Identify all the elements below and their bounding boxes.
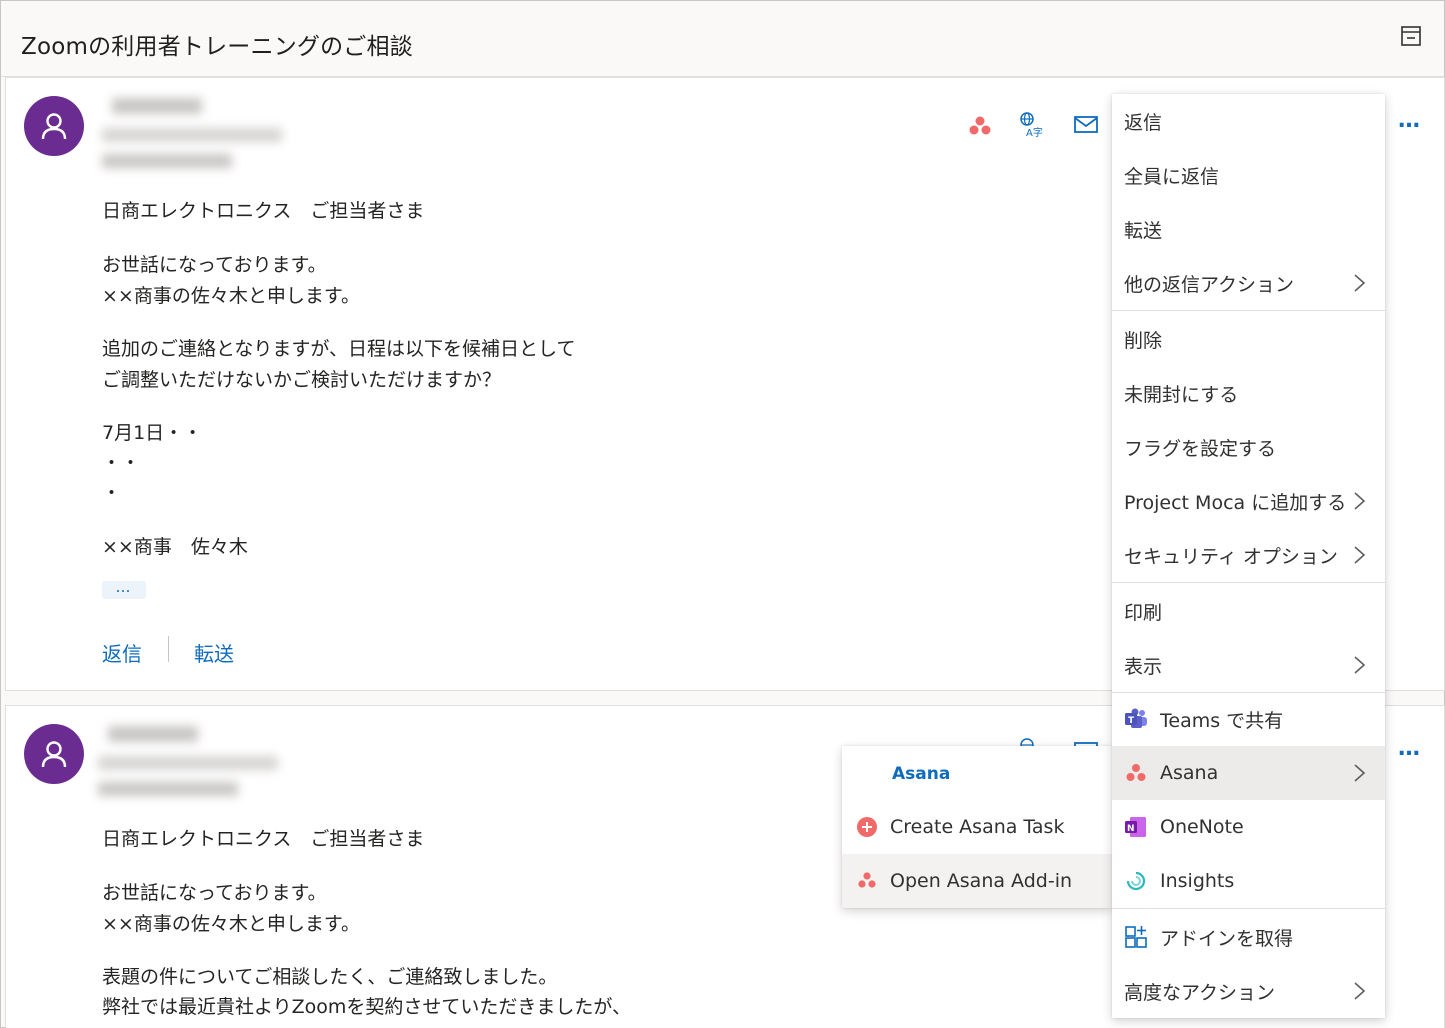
more-actions-button[interactable]: … [1398, 736, 1422, 761]
body-line: 弊社では最近貴社よりZoomを契約させていただきましたが、 [102, 996, 632, 1018]
body-line: 日商エレクトロニクス ご担当者さま [102, 828, 425, 850]
menu-item-label: OneNote [1160, 816, 1244, 838]
menu-item-asana[interactable]: Asana [1112, 746, 1385, 800]
insights-icon [1126, 871, 1146, 891]
open-asana-addin-label: Open Asana Add-in [890, 870, 1073, 892]
menu-item-flag[interactable]: フラグを設定する [1112, 420, 1385, 474]
avatar[interactable] [24, 724, 84, 784]
asana-add-icon [857, 817, 877, 837]
popout-icon[interactable] [1400, 25, 1422, 47]
menu-divider [1112, 310, 1385, 311]
menu-item-reply[interactable]: 返信 [1112, 94, 1385, 148]
onenote-icon: N [1125, 817, 1146, 837]
body-line: お世話になっております。 [102, 254, 327, 276]
divider [168, 636, 169, 662]
menu-divider [1112, 582, 1385, 583]
message-actions-menu: 返信 全員に返信 転送 他の返信アクション 削除 未開封にする フラグを設定する… [1112, 94, 1385, 1018]
mail-icon[interactable] [1072, 110, 1100, 138]
sender-info-redacted [98, 718, 368, 810]
chevron-right-icon [1354, 982, 1366, 1000]
menu-item-forward[interactable]: 転送 [1112, 202, 1385, 256]
body-line: 7月1日・・ [102, 422, 203, 444]
submenu-header: Asana [892, 764, 951, 784]
body-line: 表題の件についてご相談したく、ご連絡致しました。 [102, 966, 558, 988]
menu-item-label: 返信 [1124, 111, 1163, 134]
forward-link[interactable]: 転送 [194, 638, 234, 667]
conversation-header: Zoomの利用者トレーニングのご相談 [1, 1, 1444, 77]
body-line: 追加のご連絡となりますが、日程は以下を候補日として [102, 338, 576, 360]
body-line: ××商事 佐々木 [102, 536, 248, 558]
person-icon [41, 113, 67, 140]
body-line: ・ [102, 482, 122, 504]
avatar[interactable] [24, 96, 84, 156]
menu-item-label: アドインを取得 [1160, 927, 1294, 950]
menu-item-advanced-actions[interactable]: 高度なアクション [1112, 964, 1385, 1018]
reply-link[interactable]: 返信 [102, 638, 142, 667]
show-quoted-text-button[interactable]: … [102, 580, 146, 599]
menu-item-project-moca[interactable]: Project Moca に追加する [1112, 474, 1385, 528]
more-actions-button[interactable]: … [1398, 108, 1422, 133]
menu-item-label: Project Moca に追加する [1124, 491, 1347, 514]
menu-item-label: 転送 [1124, 219, 1163, 242]
menu-item-other-reply-actions[interactable]: 他の返信アクション [1112, 256, 1385, 310]
menu-item-share-teams[interactable]: T Teams で共有 [1112, 692, 1385, 746]
asana-submenu: Asana Create Asana Task Open Asana Add-i… [842, 746, 1112, 908]
menu-divider [1112, 908, 1385, 909]
menu-item-mark-unread[interactable]: 未開封にする [1112, 366, 1385, 420]
menu-item-label: 高度なアクション [1124, 981, 1276, 1004]
menu-item-label: 未開封にする [1124, 383, 1239, 406]
menu-item-label: Asana [1160, 762, 1219, 784]
menu-item-security-options[interactable]: セキュリティ オプション [1112, 528, 1385, 582]
body-line: 日商エレクトロニクス ご担当者さま [102, 200, 425, 222]
menu-item-label: Teams で共有 [1160, 709, 1284, 732]
menu-item-label: 印刷 [1124, 601, 1163, 624]
menu-item-label: セキュリティ オプション [1124, 545, 1338, 568]
menu-item-print[interactable]: 印刷 [1112, 584, 1385, 638]
menu-item-insights[interactable]: Insights [1112, 854, 1385, 908]
menu-item-label: Insights [1160, 870, 1235, 892]
chevron-right-icon [1354, 764, 1366, 782]
asana-icon[interactable] [966, 112, 994, 140]
sender-info-redacted [102, 90, 372, 182]
asana-icon [858, 872, 876, 888]
svg-text:T: T [1128, 716, 1135, 726]
translate-icon[interactable]: A字 [1018, 110, 1046, 138]
person-icon [41, 741, 67, 768]
menu-item-label: 他の返信アクション [1124, 273, 1295, 296]
menu-item-label: フラグを設定する [1124, 437, 1277, 460]
chevron-right-icon [1354, 492, 1366, 510]
menu-item-label: 全員に返信 [1124, 165, 1220, 188]
chevron-right-icon [1354, 546, 1366, 564]
teams-icon: T [1125, 708, 1147, 728]
menu-item-reply-all[interactable]: 全員に返信 [1112, 148, 1385, 202]
asana-icon [1126, 764, 1146, 781]
menu-item-view[interactable]: 表示 [1112, 638, 1385, 692]
chevron-right-icon [1354, 274, 1366, 292]
conversation-title: Zoomの利用者トレーニングのご相談 [21, 34, 413, 60]
menu-item-label: 表示 [1124, 655, 1163, 678]
open-asana-addin-item[interactable]: Open Asana Add-in [842, 854, 1112, 908]
menu-item-onenote[interactable]: N OneNote [1112, 800, 1385, 854]
body-line: お世話になっております。 [102, 882, 327, 904]
menu-item-label: 削除 [1124, 329, 1163, 352]
create-asana-task-item[interactable]: Create Asana Task [842, 800, 1112, 854]
menu-item-delete[interactable]: 削除 [1112, 312, 1385, 366]
svg-text:A字: A字 [1026, 126, 1043, 138]
create-asana-task-label: Create Asana Task [890, 816, 1065, 838]
grid-add-icon [1125, 926, 1147, 948]
chevron-right-icon [1354, 656, 1366, 674]
body-line: ××商事の佐々木と申します。 [102, 285, 360, 307]
body-line: ××商事の佐々木と申します。 [102, 913, 360, 935]
svg-text:N: N [1127, 824, 1135, 834]
body-line: ご調整いただけないかご検討いただけますか？ [102, 369, 502, 391]
menu-item-get-addins[interactable]: アドインを取得 [1112, 910, 1385, 964]
body-line: ・・ [102, 452, 141, 474]
